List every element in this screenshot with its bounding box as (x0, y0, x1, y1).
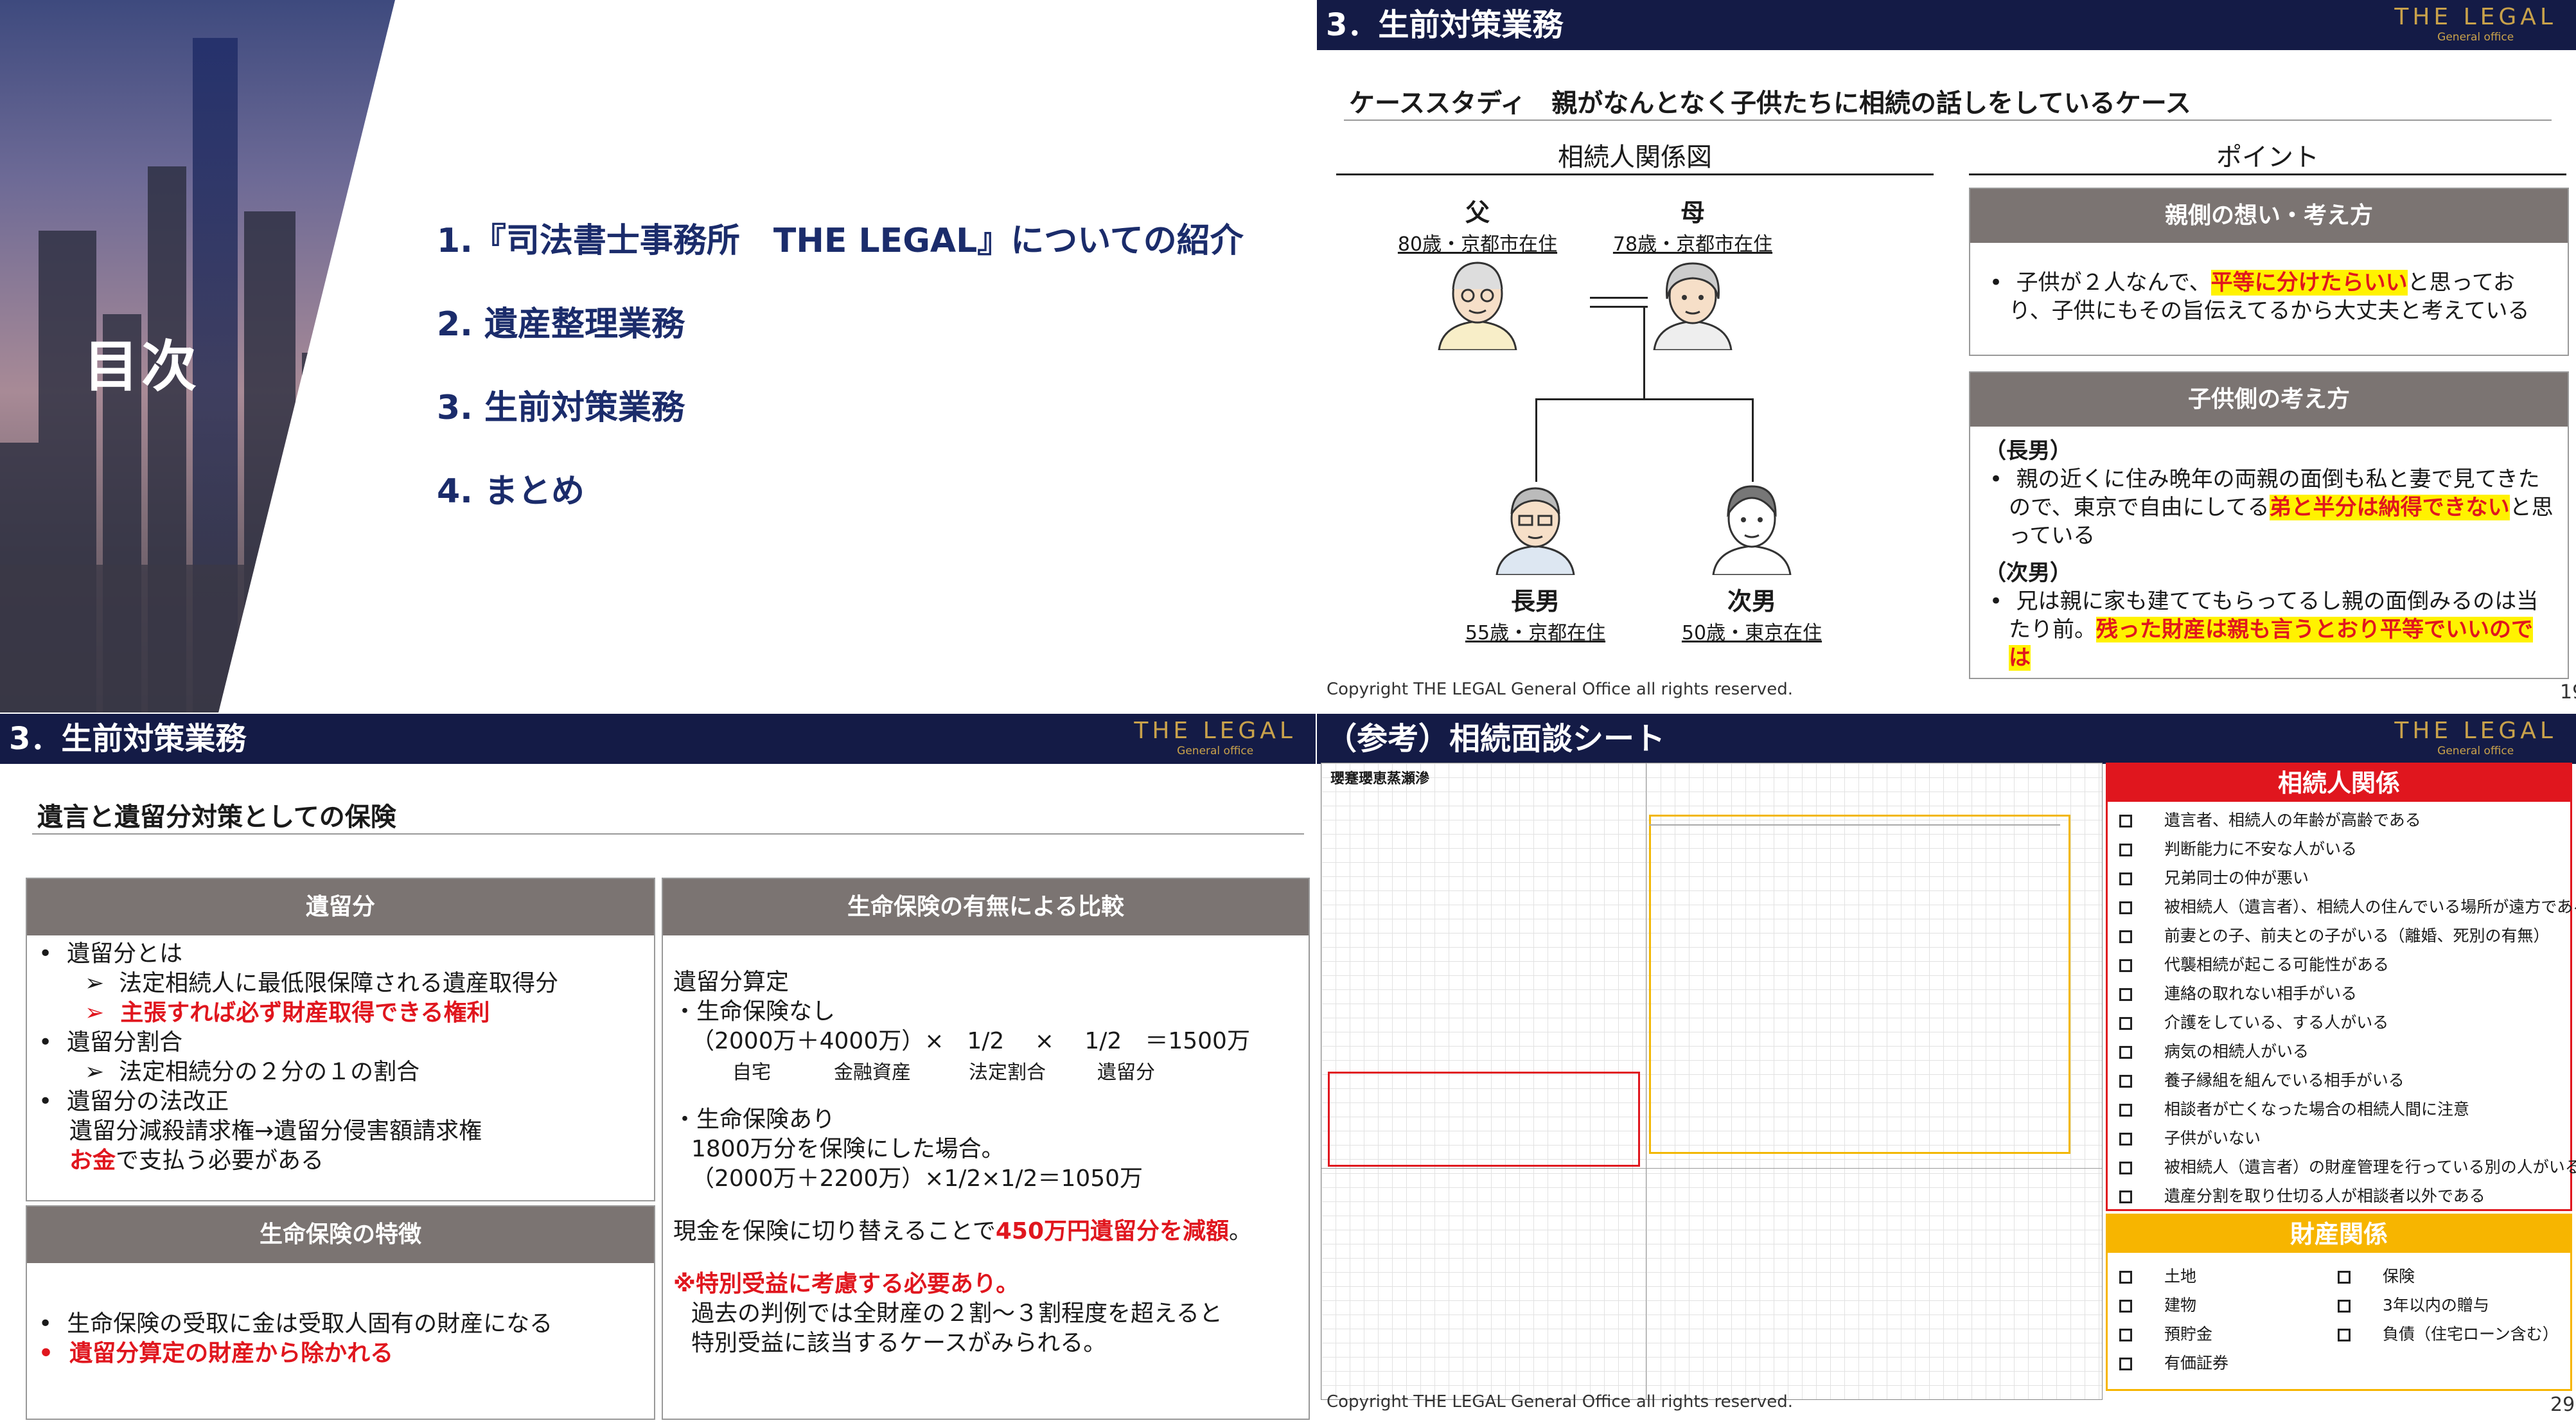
checkbox-icon (2119, 1104, 2132, 1117)
copyright: Copyright THE LEGAL General Office all r… (1327, 1392, 1793, 1412)
page-number: 19 (2560, 681, 2576, 704)
slide-interview-sheet: （参考）相続面談シート THE LEGAL General office 瓔蹇瓔恵… (1317, 714, 2576, 1425)
checkbox-icon (2119, 1300, 2132, 1313)
toc-item-2: 2. 遺産整理業務 (437, 305, 685, 344)
slide-insurance: 3．生前対策業務 THE LEGAL General office 遺言と遺留分対… (0, 714, 1316, 1425)
iryubun-title: 遺留分 (27, 879, 654, 935)
toc-list: 1.『司法書士事務所 THE LEGAL』についての紹介 2. 遺産整理業務 3… (437, 218, 1244, 553)
checkbox-icon (2119, 1133, 2132, 1146)
relationship-heading: 相続人関係図 (1336, 136, 1934, 175)
company-logo: THE LEGAL General office (1134, 718, 1296, 757)
checkbox-icon (2119, 1075, 2132, 1088)
checkbox-icon (2338, 1329, 2351, 1341)
assets-box: 財産関係 土地 建物 預貯金 有価証券 保険 3年以内の贈与 負債（住宅ローン含… (2106, 1214, 2572, 1391)
checkbox-icon (2119, 1046, 2132, 1059)
slide-case-study: 3．生前対策業務 THE LEGAL General office ケーススタディ… (1317, 0, 2576, 712)
checkbox-icon (2338, 1300, 2351, 1313)
father: 父 80歳・京都市在住 (1397, 199, 1558, 256)
assets-title: 財産関係 (2108, 1216, 2570, 1253)
checkbox-icon (2119, 901, 2132, 914)
comparison-title: 生命保険の有無による比較 (663, 879, 1309, 935)
checkbox-icon (2119, 1190, 2132, 1203)
heirs-relationship-box: 相続人関係 遺言者、相続人の年齢が高齢である 判断能力に不安な人がいる 兄弟同士… (2106, 763, 2576, 1211)
checkbox-icon (2119, 1358, 2132, 1370)
father-illustration-icon (1438, 261, 1517, 350)
checkbox-icon (2119, 844, 2132, 856)
parent-view-box: 親側の想い・考え方 • 子供が２人なんで、平等に分けたらいいと思っており、子供に… (1969, 188, 2569, 356)
second-son: 次男 50歳・東京在住 (1681, 587, 1822, 644)
sheet-title: 瓔蹇瓔恵蒸瀬滲 (1330, 771, 1430, 787)
slide-header: 3．生前対策業務 (0, 714, 1316, 764)
checkbox-icon (2119, 872, 2132, 885)
toc-title: 目次 (84, 335, 199, 399)
checkbox-icon (2338, 1271, 2351, 1284)
checkbox-icon (2119, 1329, 2132, 1341)
mother: 母 78歳・京都市在住 (1612, 199, 1773, 256)
city-photo (0, 0, 395, 712)
checkbox-icon (2119, 1162, 2132, 1174)
checkbox-icon (2119, 815, 2132, 828)
toc-item-4: 4. まとめ (437, 472, 585, 511)
heirs-relationship-title: 相続人関係 (2108, 765, 2570, 802)
checkbox-icon (2119, 1017, 2132, 1030)
slide-header: （参考）相続面談シート (1317, 714, 2576, 764)
points-heading: ポイント (1969, 136, 2566, 175)
company-logo: THE LEGAL General office (2394, 4, 2557, 44)
comparison-box: 生命保険の有無による比較 遺留分算定 ・生命保険なし （2000万＋4000万）… (662, 878, 1310, 1420)
insurance-features-box: 生命保険の特徴 • 生命保険の受取に金は受取人固有の財産になる • 遺留分算定の… (26, 1205, 655, 1420)
checkbox-icon (2119, 988, 2132, 1001)
mother-illustration-icon (1653, 262, 1733, 350)
eldest-son: 長男 55歳・京都在住 (1465, 587, 1606, 644)
iryubun-box: 遺留分 • 遺留分とは ➢ 法定相続人に最低限保障される遺産取得分 ➢ 主張すれ… (26, 878, 655, 1201)
toc-item-3: 3. 生前対策業務 (437, 389, 685, 427)
slide-header: 3．生前対策業務 (1317, 0, 2576, 50)
page-number: 29 (2550, 1394, 2575, 1416)
copyright: Copyright THE LEGAL General Office all r… (1327, 680, 1793, 699)
eldest-son-illustration-icon (1495, 487, 1575, 575)
toc-item-1: 1.『司法書士事務所 THE LEGAL』についての紹介 (437, 222, 1244, 260)
interview-sheet-image: 瓔蹇瓔恵蒸瀬滲 (1321, 763, 2103, 1400)
case-subtitle: ケーススタディ 親がなんとなく子供たちに相続の話しをしているケース (1349, 89, 2191, 118)
parent-view-title: 親側の想い・考え方 (1970, 189, 2568, 243)
insurance-features-title: 生命保険の特徴 (27, 1207, 654, 1263)
second-son-illustration-icon (1712, 485, 1792, 575)
company-logo: THE LEGAL General office (2394, 718, 2557, 757)
slide-table-of-contents: 目次 1.『司法書士事務所 THE LEGAL』についての紹介 2. 遺産整理業… (0, 0, 1316, 712)
checkbox-icon (2119, 959, 2132, 972)
checkbox-icon (2119, 1271, 2132, 1284)
checkbox-icon (2119, 930, 2132, 943)
child-view-box: 子供側の考え方 （長男） • 親の近くに住み晩年の両親の面倒も私と妻で見てきたの… (1969, 371, 2569, 679)
child-view-title: 子供側の考え方 (1970, 373, 2568, 427)
insurance-subtitle: 遺言と遺留分対策としての保険 (37, 802, 396, 832)
